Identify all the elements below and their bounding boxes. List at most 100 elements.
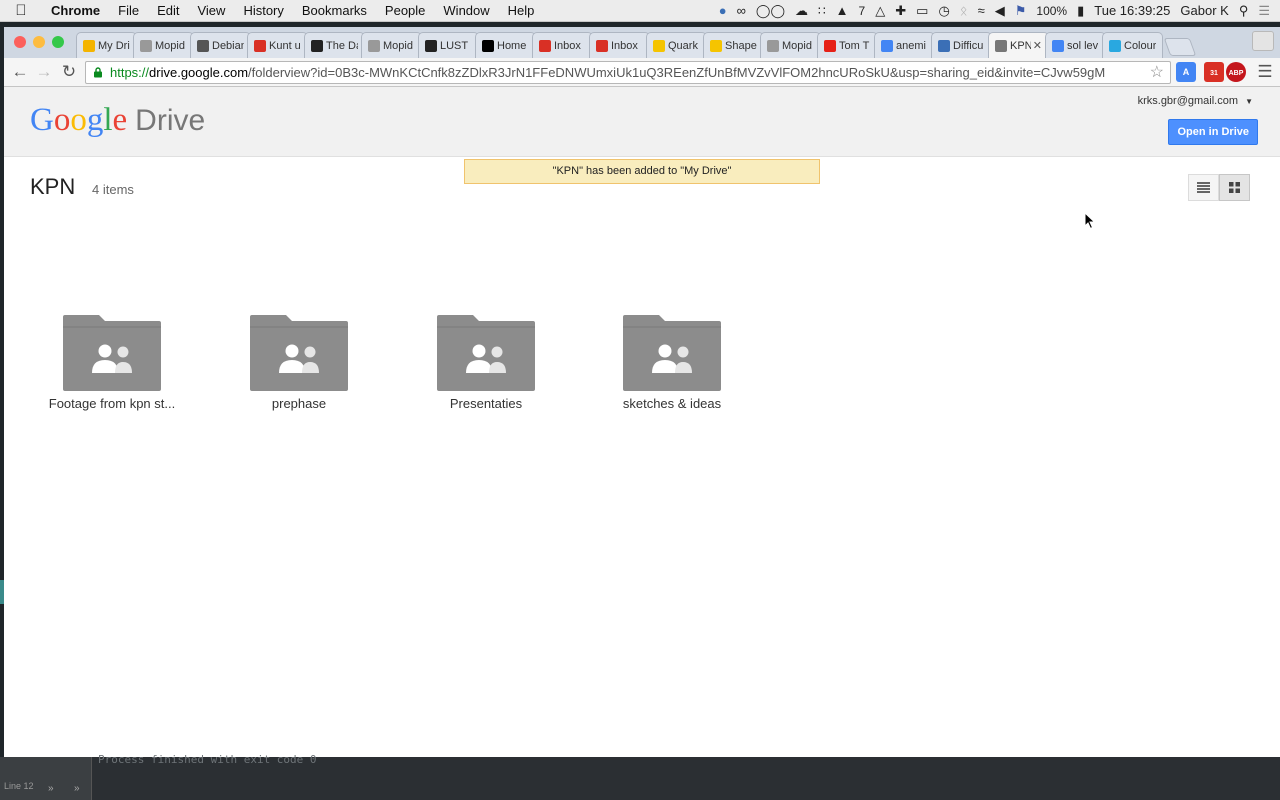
reload-button[interactable]: ↻ <box>59 62 79 82</box>
plus-icon[interactable]: ✚ <box>895 0 906 22</box>
tab-title: Kunt u <box>269 39 301 52</box>
lock-icon <box>94 67 102 78</box>
browser-tab[interactable]: Home <box>475 32 536 58</box>
badge-count: 7 <box>858 4 866 18</box>
spotlight-icon[interactable]: ⚲ <box>1239 0 1249 22</box>
drive-header: Google Drive krks.gbr@gmail.com ▼ Open in… <box>4 87 1280 157</box>
google-drive-logo[interactable]: Google Drive <box>30 102 205 139</box>
open-in-drive-button[interactable]: Open in Drive <box>1168 119 1258 145</box>
browser-tab[interactable]: KPN ✕ <box>988 32 1049 58</box>
gmail-icon <box>596 39 608 52</box>
browser-tab[interactable]: My Dri <box>76 32 137 58</box>
drive-icon <box>83 39 95 52</box>
menu-app-chrome[interactable]: Chrome <box>42 3 109 18</box>
tab-title: Home <box>497 39 527 52</box>
browser-tab[interactable]: Inbox <box>532 32 593 58</box>
adblock-extension-icon[interactable]: ABP <box>1226 62 1246 82</box>
notification-center-icon[interactable]: ☰ <box>1258 0 1270 22</box>
colour-icon <box>1109 39 1121 52</box>
browser-tab[interactable]: Colour <box>1102 32 1163 58</box>
folder-name: Presentaties <box>449 396 523 411</box>
console-output: Process finished with exit code 0 <box>98 753 317 766</box>
translate-extension-icon[interactable]: A <box>1176 62 1196 82</box>
folder-item[interactable]: Presentaties <box>406 315 566 411</box>
notification-toast: "KPN" has been added to "My Drive" <box>464 159 820 184</box>
menu-help[interactable]: Help <box>499 3 544 18</box>
folder-item[interactable]: Footage from kpn st... <box>32 315 192 411</box>
flag-icon[interactable]: ⚑ <box>1015 0 1027 22</box>
bookmark-star-icon[interactable]: ☆ <box>1150 62 1164 83</box>
list-icon <box>1197 182 1210 193</box>
wifi-icon[interactable]: ≈ <box>978 0 985 22</box>
browser-tab[interactable]: sol lev <box>1045 32 1106 58</box>
time-machine-icon[interactable]: ◷ <box>938 0 949 22</box>
medium-icon <box>482 39 494 52</box>
browser-tab[interactable]: Mopid <box>133 32 194 58</box>
expand-icon[interactable]: » <box>48 783 54 794</box>
clock[interactable]: Tue 16:39:25 <box>1094 0 1170 22</box>
infinity-icon[interactable]: ∞ <box>737 0 746 22</box>
glasses-icon[interactable]: ◯◯ <box>756 0 785 22</box>
menu-history[interactable]: History <box>234 3 292 18</box>
menu-window[interactable]: Window <box>434 3 498 18</box>
ide-gutter: Line 12 » » <box>0 757 92 800</box>
forward-button[interactable]: → <box>34 62 54 82</box>
list-view-button[interactable] <box>1188 174 1219 201</box>
battery-icon[interactable]: ▮ <box>1077 0 1084 22</box>
chrome-menu-icon[interactable]: ☰ <box>1255 62 1275 82</box>
browser-toolbar: ← → ↻ https://drive.google.com/foldervie… <box>4 58 1280 87</box>
browser-tab[interactable]: LUST | <box>418 32 479 58</box>
tab-title: The Da <box>326 39 358 52</box>
menu-view[interactable]: View <box>188 3 234 18</box>
cloud-icon[interactable]: ☁ <box>795 0 808 22</box>
browser-tab[interactable]: Difficu <box>931 32 992 58</box>
apple-menu-icon[interactable]:  <box>0 2 42 19</box>
browser-tab[interactable]: Debian <box>190 32 251 58</box>
bluetooth-icon[interactable]: ᛟ <box>960 0 968 22</box>
browser-tab[interactable]: Quark <box>646 32 707 58</box>
tab-title: Inbox <box>611 39 638 52</box>
folder-name: sketches & ideas <box>622 396 722 411</box>
grid-icon[interactable]: ∷ <box>818 0 826 22</box>
folder-item[interactable]: sketches & ideas <box>592 315 752 411</box>
browser-tab[interactable]: Mopid <box>361 32 422 58</box>
url-path: /folderview?id=0B3c-MWnKCtCnfk8zZDlxR3Jr… <box>248 65 1106 80</box>
maximize-window-button[interactable] <box>52 36 64 48</box>
browser-tab[interactable]: Mopid <box>760 32 821 58</box>
tabs: My Dri Mopid Debian Kunt u The Da Mopid LUST |… <box>76 32 1197 58</box>
address-bar[interactable]: https://drive.google.com/folderview?id=0… <box>85 61 1171 84</box>
menu-edit[interactable]: Edit <box>148 3 188 18</box>
drive-tray-icon[interactable]: △ <box>875 0 885 22</box>
tab-title: anemi <box>896 39 926 52</box>
browser-tab[interactable]: anemi <box>874 32 935 58</box>
google-icon <box>881 39 893 52</box>
volume-icon[interactable]: ◀ <box>995 0 1005 22</box>
minimize-window-button[interactable] <box>33 36 45 48</box>
browser-tab[interactable]: Shape <box>703 32 764 58</box>
adobe-icon[interactable]: ▲ <box>836 0 849 22</box>
grid-view-button[interactable] <box>1219 174 1250 201</box>
gmail-checker-extension-icon[interactable]: 31 <box>1204 62 1224 82</box>
menu-bookmarks[interactable]: Bookmarks <box>293 3 376 18</box>
drop-icon[interactable]: ● <box>719 0 727 22</box>
browser-tab[interactable]: Kunt u <box>247 32 308 58</box>
new-tab-button[interactable] <box>1163 38 1197 56</box>
chrome-window: My Dri Mopid Debian Kunt u The Da Mopid LUST |… <box>4 27 1280 757</box>
column-icon <box>311 39 323 52</box>
drive-folder-icon <box>995 39 1007 52</box>
close-window-button[interactable] <box>14 36 26 48</box>
close-tab-icon[interactable]: ✕ <box>1033 39 1042 52</box>
user-name[interactable]: Gabor K <box>1180 0 1228 22</box>
browser-tab[interactable]: Inbox <box>589 32 650 58</box>
tab-title: Mopid <box>782 39 812 52</box>
airplay-icon[interactable]: ▭ <box>916 0 928 22</box>
account-switcher[interactable]: krks.gbr@gmail.com ▼ <box>1138 95 1253 107</box>
browser-tab[interactable]: Tom T <box>817 32 878 58</box>
folder-item[interactable]: prephase <box>219 315 379 411</box>
expand-icon[interactable]: » <box>74 783 80 794</box>
menu-people[interactable]: People <box>376 3 434 18</box>
back-button[interactable]: ← <box>10 62 30 82</box>
profile-button[interactable] <box>1252 31 1274 51</box>
browser-tab[interactable]: The Da <box>304 32 365 58</box>
menu-file[interactable]: File <box>109 3 148 18</box>
